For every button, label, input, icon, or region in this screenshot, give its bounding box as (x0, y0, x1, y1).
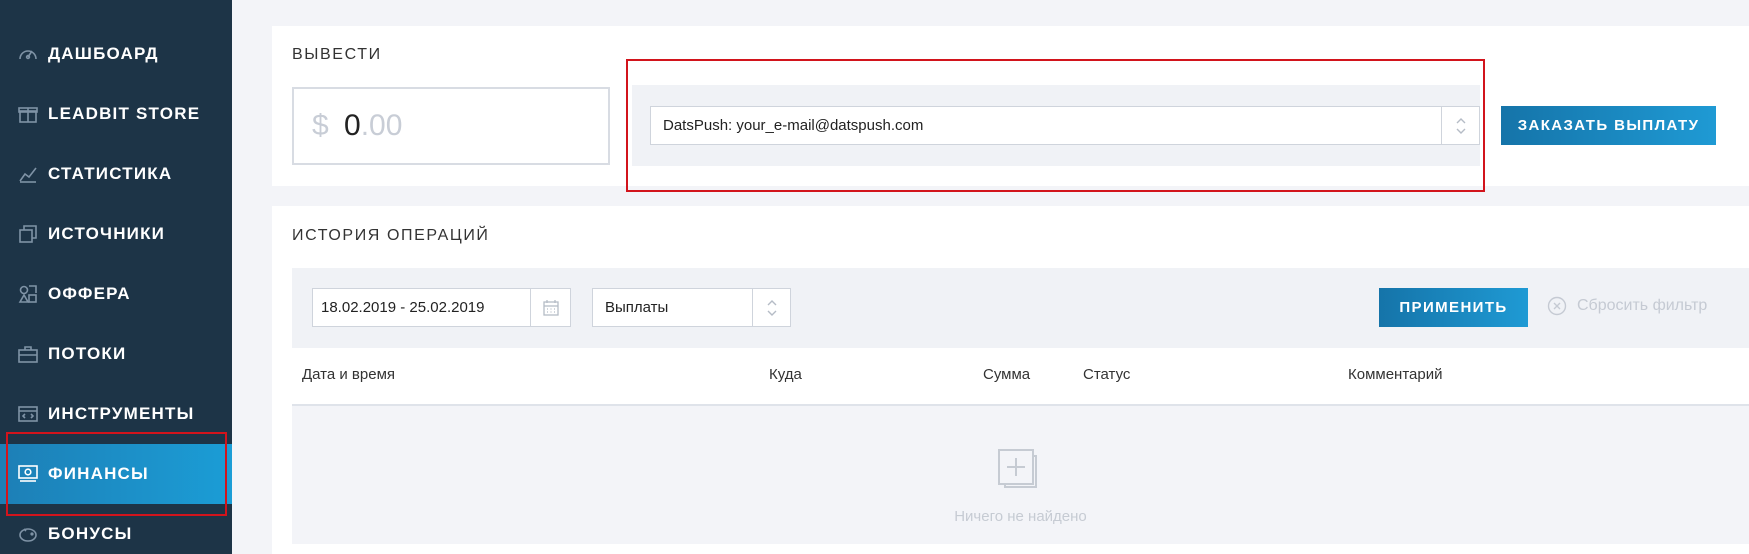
sidebar-item-label: LEADBIT STORE (48, 104, 201, 123)
sidebar-item-sources[interactable]: ИСТОЧНИКИ (0, 204, 232, 264)
sidebar-item-bonuses[interactable]: БОНУСЫ (0, 504, 232, 554)
piggy-bank-icon (17, 523, 39, 545)
withdraw-title: ВЫВЕСТИ (292, 46, 382, 63)
sidebar-item-statistics[interactable]: СТАТИСТИКА (0, 144, 232, 204)
column-header-datetime: Дата и время (302, 366, 396, 383)
select-arrows-icon (752, 289, 790, 326)
column-header-status: Статус (1083, 366, 1131, 383)
reset-filter-label: Сбросить фильтр (1577, 297, 1708, 314)
sidebar-item-label: ДАШБОАРД (48, 44, 159, 63)
dashboard-gauge-icon (17, 43, 39, 65)
select-arrows-icon (1441, 107, 1479, 144)
history-title: ИСТОРИЯ ОПЕРАЦИЙ (292, 227, 490, 244)
date-range-value: 18.02.2019 - 25.02.2019 (321, 299, 485, 316)
sidebar: ДАШБОАРД LEADBIT STORE СТАТИСТИКА ИСТОЧН… (0, 0, 232, 554)
sidebar-item-label: ОФФЕРА (48, 284, 131, 303)
column-header-destination: Куда (769, 366, 802, 383)
empty-copy-plus-icon (992, 443, 1040, 496)
sidebar-item-streams[interactable]: ПОТОКИ (0, 324, 232, 384)
chart-line-icon (17, 163, 39, 185)
column-header-amount: Сумма (983, 366, 1031, 383)
sidebar-item-label: БОНУСЫ (48, 524, 133, 543)
sidebar-item-tools[interactable]: ИНСТРУМЕНТЫ (0, 384, 232, 444)
reset-filter-link[interactable]: Сбросить фильтр (1547, 296, 1707, 316)
operation-type-select[interactable]: Выплаты (592, 288, 791, 327)
calendar-icon[interactable] (530, 289, 570, 326)
amount-input[interactable]: $ 0.00 (292, 87, 610, 165)
sidebar-item-label: ИСТОЧНИКИ (48, 224, 166, 243)
payout-method-value: DatsPush: your_e-mail@datspush.com (663, 117, 924, 134)
column-header-comment: Комментарий (1348, 366, 1443, 383)
apply-filter-button[interactable]: ПРИМЕНИТЬ (1379, 288, 1528, 327)
currency-symbol: $ (312, 109, 329, 142)
sidebar-item-dashboard[interactable]: ДАШБОАРД (0, 24, 232, 84)
sidebar-item-finance[interactable]: ФИНАНСЫ (0, 444, 232, 504)
briefcase-icon (17, 343, 39, 365)
amount-integer: 0 (344, 109, 361, 142)
sidebar-item-leadbit-store[interactable]: LEADBIT STORE (0, 84, 232, 144)
close-circle-icon (1547, 296, 1567, 316)
money-bill-icon (17, 463, 39, 485)
offers-shapes-icon (17, 283, 39, 305)
code-window-icon (17, 403, 39, 425)
sidebar-item-offers[interactable]: ОФФЕРА (0, 264, 232, 324)
empty-state: Ничего не найдено (292, 406, 1749, 544)
date-range-input[interactable]: 18.02.2019 - 25.02.2019 (312, 288, 571, 327)
order-payout-button[interactable]: ЗАКАЗАТЬ ВЫПЛАТУ (1501, 106, 1716, 145)
store-gift-icon (17, 103, 39, 125)
sidebar-item-label: ИНСТРУМЕНТЫ (48, 404, 195, 423)
empty-state-text: Ничего не найдено (954, 508, 1087, 525)
amount-value: 0.00 (344, 109, 402, 143)
amount-decimal: .00 (360, 109, 403, 142)
operation-type-value: Выплаты (605, 299, 669, 316)
sidebar-item-label: ФИНАНСЫ (48, 464, 149, 483)
sidebar-item-label: СТАТИСТИКА (48, 164, 173, 183)
layers-copy-icon (17, 223, 39, 245)
sidebar-item-label: ПОТОКИ (48, 344, 127, 363)
payout-method-select[interactable]: DatsPush: your_e-mail@datspush.com (650, 106, 1480, 145)
